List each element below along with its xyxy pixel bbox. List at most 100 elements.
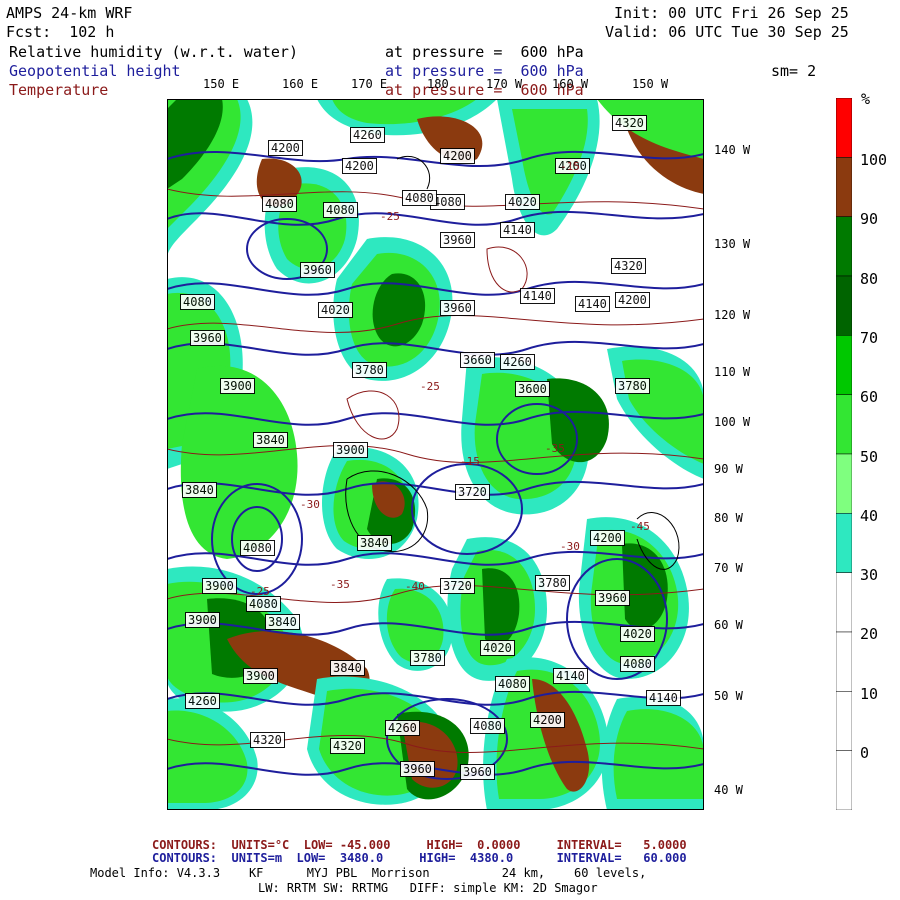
temperature-contour-label: -25 (250, 585, 270, 598)
lon-label-top: 180 (427, 77, 449, 91)
colorbar-level-label: 30 (860, 566, 879, 585)
height-contour-label: 4260 (500, 354, 535, 370)
height-contour-label: 3960 (595, 590, 630, 606)
height-contour-label: 3960 (440, 300, 475, 316)
colorbar-level-label: 70 (860, 328, 879, 347)
footer-height-contours: CONTOURS: UNITS=m LOW= 3480.0 HIGH= 4380… (152, 851, 687, 865)
height-contour-label: 3720 (440, 578, 475, 594)
footer-model-info: Model Info: V4.3.3 KF MYJ PBL Morrison 2… (90, 866, 647, 880)
colorbar-band (836, 216, 852, 277)
field-rh-level: at pressure = 600 hPa (385, 43, 584, 61)
lon-label-right: 120 W (714, 308, 751, 322)
lon-label-right: 70 W (714, 561, 743, 575)
lon-label-right: 90 W (714, 462, 743, 476)
height-contour-label: 3720 (455, 484, 490, 500)
colorbar-band (836, 275, 852, 336)
field-rh-name: Relative humidity (w.r.t. water) (9, 43, 298, 61)
field-temp-name: Temperature (9, 81, 109, 99)
height-contour-label: 4320 (611, 258, 646, 274)
smoothing-label: sm= 2 (771, 62, 817, 80)
height-contour-label: 4080 (262, 196, 297, 212)
height-contour-label: 4200 (268, 140, 303, 156)
lon-label-top: 170 W (486, 77, 523, 91)
height-contour-label: 3780 (535, 575, 570, 591)
height-contour-label: 3960 (440, 232, 475, 248)
height-contour-label: 4140 (520, 288, 555, 304)
temperature-contour-label: -15 (460, 455, 480, 468)
height-contour-label: 4020 (318, 302, 353, 318)
lon-label-top: 170 E (351, 77, 388, 91)
lon-label-right: 60 W (714, 618, 743, 632)
colorbar-level-label: 20 (860, 625, 879, 644)
height-contour-label: 4260 (185, 693, 220, 709)
height-contour-label: 4080 (246, 596, 281, 612)
footer-physics: LW: RRTM SW: RRTMG DIFF: simple KM: 2D S… (258, 881, 598, 895)
height-contour-label: 4260 (385, 720, 420, 736)
footer-temp-contours: CONTOURS: UNITS=°C LOW= -45.000 HIGH= 0.… (152, 838, 687, 852)
colorbar-band (836, 513, 852, 573)
lon-label-right: 100 W (714, 415, 751, 429)
height-contour-label: 3960 (190, 330, 225, 346)
height-contour-label: 4200 (440, 148, 475, 164)
lon-label-right: 80 W (714, 511, 743, 525)
colorbar-band (836, 691, 852, 751)
height-contour-label: 4020 (480, 640, 515, 656)
colorbar-level-label: 60 (860, 388, 879, 407)
height-contour-label: 4140 (575, 296, 610, 312)
height-contour-label: 3840 (182, 482, 217, 498)
temperature-contour-label: -35 (545, 442, 565, 455)
height-contour-label: 4020 (505, 194, 540, 210)
lon-label-right: 110 W (714, 365, 751, 379)
height-contour-label: 3780 (410, 650, 445, 666)
colorbar-unit: % (861, 90, 871, 108)
lon-label-right: 130 W (714, 237, 751, 251)
height-contour-label: 3840 (253, 432, 288, 448)
valid-time: Valid: 06 UTC Tue 30 Sep 25 (605, 23, 849, 41)
height-contour-label: 3840 (330, 660, 365, 676)
lon-label-top: 160 W (552, 77, 589, 91)
lon-label-right: 40 W (714, 783, 743, 797)
init-time: Init: 00 UTC Fri 26 Sep 25 (614, 4, 849, 22)
height-contour-label: 4080 (620, 656, 655, 672)
temperature-contour-label: -40 (405, 580, 425, 593)
height-contour-label: 4320 (250, 732, 285, 748)
height-contour-label: 3840 (265, 614, 300, 630)
lon-label-right: 50 W (714, 689, 743, 703)
height-contour-label: 4080 (495, 676, 530, 692)
height-contour-label: 4020 (620, 626, 655, 642)
lon-label-top: 160 E (282, 77, 319, 91)
height-contour-label: 3660 (460, 352, 495, 368)
height-contour-label: 3960 (400, 761, 435, 777)
colorbar-level-label: 50 (860, 447, 879, 466)
height-contour-label: 4200 (530, 712, 565, 728)
height-contour-label: 4080 (180, 294, 215, 310)
height-contour-label: 3900 (220, 378, 255, 394)
height-contour-label: 3780 (615, 378, 650, 394)
height-contour-label: 4140 (553, 668, 588, 684)
rh-colorbar (836, 98, 852, 810)
temperature-contour-label: -15 (560, 160, 580, 173)
colorbar-band (836, 750, 852, 810)
temperature-contour-label: -45 (630, 520, 650, 533)
temperature-contour-label: -30 (300, 498, 320, 511)
height-contour-label: 4260 (350, 127, 385, 143)
height-contour-label: 3900 (333, 442, 368, 458)
colorbar-level-label: 90 (860, 210, 879, 229)
height-contour-label: 3840 (357, 535, 392, 551)
height-contour-label: 4140 (500, 222, 535, 238)
lon-label-top: 150 E (203, 77, 240, 91)
height-contour-label: 3900 (243, 668, 278, 684)
temperature-contour-label: -30 (560, 540, 580, 553)
lon-label-right: 140 W (714, 143, 751, 157)
height-contour-label: 4140 (646, 690, 681, 706)
forecast-hour: Fcst: 102 h (6, 23, 115, 41)
height-contour-label: 4080 (470, 718, 505, 734)
height-contour-label: 3780 (352, 362, 387, 378)
colorbar-level-label: 0 (860, 744, 870, 762)
height-contour-label: 4080 (323, 202, 358, 218)
height-contour-label: 3900 (202, 578, 237, 594)
colorbar-band (836, 453, 852, 514)
colorbar-band (836, 394, 852, 455)
colorbar-band (836, 572, 852, 633)
colorbar-band (836, 335, 852, 395)
